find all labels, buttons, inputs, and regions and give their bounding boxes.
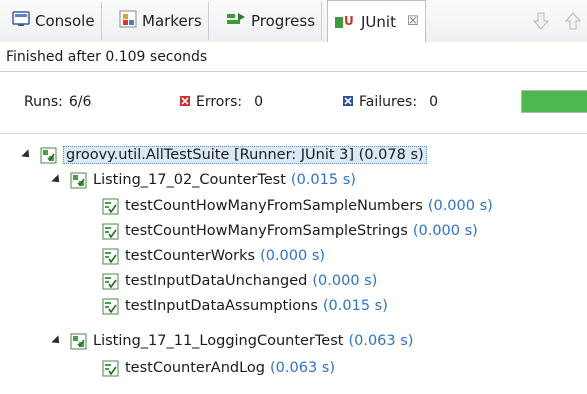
test-label: testInputDataUnchanged (125, 273, 308, 289)
runs-label: Runs: (24, 94, 63, 110)
failures-value: 0 (429, 94, 438, 110)
tree-row-test[interactable]: testInputDataAssumptions (0.015 s) (102, 295, 388, 317)
test-progress-bar (521, 90, 587, 113)
runs-counter: Runs: 6/6 (24, 94, 91, 110)
test-label: testCounterAndLog (125, 360, 266, 376)
class-time: (0.015 s) (290, 172, 356, 188)
tab-console[interactable]: Console (6, 2, 102, 40)
view-tab-bar: Console Markers Progress U JUnit ☒ (0, 0, 587, 43)
test-class-pass-icon (70, 172, 87, 189)
status-text: Finished after 0.109 seconds (6, 48, 208, 65)
errors-counter: Errors: 0 (180, 94, 263, 110)
status-message: Finished after 0.109 seconds (0, 42, 587, 72)
test-pass-icon (102, 198, 119, 215)
test-pass-icon (102, 223, 119, 240)
expand-icon[interactable] (51, 335, 63, 347)
tree-row-class[interactable]: Listing_17_11_LoggingCounterTest (0.063 … (51, 330, 414, 352)
expand-icon[interactable] (51, 174, 63, 186)
tree-row-test[interactable]: testCountHowManyFromSampleNumbers (0.000… (102, 195, 493, 217)
errors-value: 0 (254, 94, 264, 110)
tree-row-test[interactable]: testCounterAndLog (0.063 s) (102, 357, 335, 379)
tree-row-class[interactable]: Listing_17_02_CounterTest (0.015 s) (51, 169, 356, 191)
test-pass-icon (102, 248, 119, 265)
markers-icon (119, 10, 137, 32)
expand-icon[interactable] (21, 149, 33, 161)
close-icon[interactable]: ☒ (407, 14, 419, 29)
arrow-down-icon[interactable] (532, 12, 550, 34)
tree-row-suite[interactable]: groovy.util.AllTestSuite [Runner: JUnit … (21, 144, 427, 166)
test-pass-icon (102, 273, 119, 290)
test-label: testCountHowManyFromSampleNumbers (125, 198, 423, 214)
test-time: (0.000 s) (312, 273, 378, 289)
tab-label: Progress (251, 12, 316, 30)
tab-label: JUnit (361, 12, 396, 31)
suite-label: groovy.util.AllTestSuite [Runner: JUnit … (63, 146, 427, 164)
arrow-up-icon[interactable] (564, 12, 582, 34)
test-label: testCounterWorks (125, 248, 256, 264)
tab-progress[interactable]: Progress (220, 2, 323, 40)
tree-row-test[interactable]: testCounterWorks (0.000 s) (102, 245, 325, 267)
progress-fill (522, 91, 587, 112)
test-pass-icon (102, 298, 119, 315)
progress-icon (226, 12, 246, 30)
test-class-pass-icon (70, 333, 87, 350)
failure-icon (343, 94, 353, 110)
class-time: (0.063 s) (348, 333, 414, 349)
tab-label: Markers (142, 12, 202, 30)
test-pass-icon (102, 360, 119, 377)
runs-value: 6/6 (68, 94, 92, 110)
test-time: (0.000 s) (427, 198, 493, 214)
test-label: testCountHowManyFromSampleStrings (125, 223, 408, 239)
test-time: (0.063 s) (270, 360, 336, 376)
errors-label: Errors: (196, 94, 243, 110)
tab-label: Console (35, 12, 95, 30)
test-label: testInputDataAssumptions (125, 298, 318, 314)
error-icon (180, 94, 190, 110)
failures-label: Failures: (359, 94, 418, 110)
test-time: (0.000 s) (260, 248, 326, 264)
class-label: Listing_17_11_LoggingCounterTest (93, 333, 344, 349)
tab-markers[interactable]: Markers (113, 2, 209, 40)
junit-icon: U (334, 11, 356, 33)
test-time: (0.015 s) (322, 298, 388, 314)
tab-junit[interactable]: U JUnit ☒ (327, 0, 426, 42)
tree-row-test[interactable]: testInputDataUnchanged (0.000 s) (102, 270, 377, 292)
tree-row-test[interactable]: testCountHowManyFromSampleStrings (0.000… (102, 220, 478, 242)
test-tree[interactable]: groovy.util.AllTestSuite [Runner: JUnit … (0, 138, 587, 394)
console-icon (12, 11, 30, 31)
counter-panel: Runs: 6/6 Errors: 0 Failures: 0 (0, 73, 587, 134)
svg-text:U: U (344, 14, 354, 28)
test-suite-pass-icon (40, 147, 57, 164)
test-time: (0.000 s) (412, 223, 478, 239)
failures-counter: Failures: 0 (343, 94, 438, 110)
class-label: Listing_17_02_CounterTest (93, 172, 286, 188)
